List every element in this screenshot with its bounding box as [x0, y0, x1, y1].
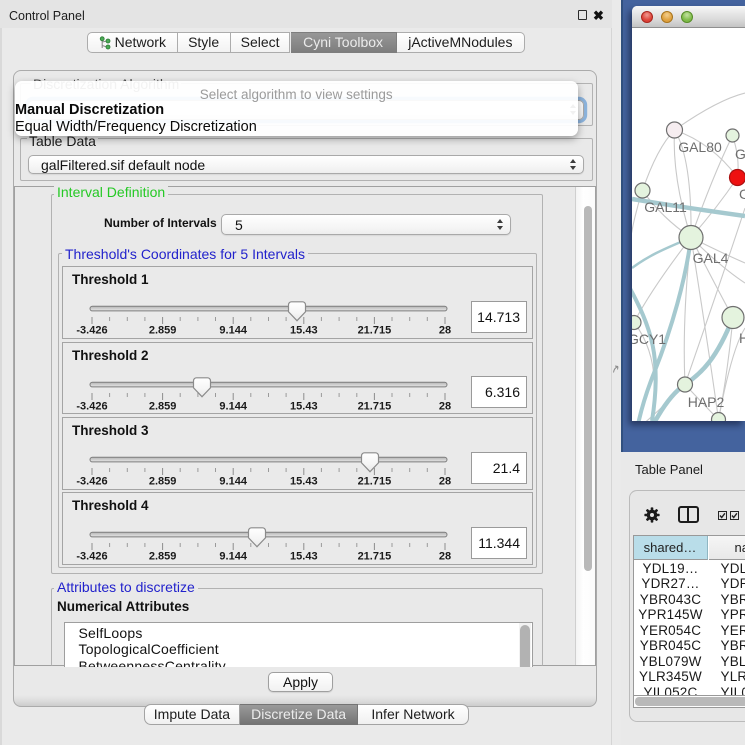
svg-text:9.144: 9.144	[219, 551, 247, 563]
svg-text:9.144: 9.144	[219, 400, 247, 412]
svg-text:HIS: HIS	[739, 330, 745, 346]
svg-text:28: 28	[439, 400, 451, 412]
svg-text:2.859: 2.859	[149, 551, 177, 563]
svg-text:2.859: 2.859	[149, 325, 177, 337]
svg-text:GAL4: GAL4	[693, 250, 729, 266]
svg-text:28: 28	[439, 551, 451, 563]
svg-text:15.43: 15.43	[290, 551, 318, 563]
svg-text:28: 28	[439, 325, 451, 337]
svg-text:21.715: 21.715	[358, 325, 392, 337]
svg-text:15.43: 15.43	[290, 400, 318, 412]
svg-text:GAL80: GAL80	[678, 139, 722, 155]
svg-text:-3.426: -3.426	[76, 551, 107, 563]
svg-text:2.859: 2.859	[149, 476, 177, 488]
svg-text:15.43: 15.43	[290, 476, 318, 488]
svg-text:GAL11: GAL11	[644, 199, 687, 215]
svg-text:GAL1: GAL1	[735, 146, 745, 162]
svg-text:9.144: 9.144	[219, 325, 247, 337]
svg-text:GCY1: GCY1	[632, 331, 666, 347]
svg-text:15.43: 15.43	[290, 325, 318, 337]
svg-text:-3.426: -3.426	[76, 325, 107, 337]
svg-text:21.715: 21.715	[358, 551, 392, 563]
svg-text:CYB: CYB	[739, 186, 745, 202]
svg-text:2.859: 2.859	[149, 400, 177, 412]
svg-text:21.715: 21.715	[358, 476, 392, 488]
svg-text:9.144: 9.144	[219, 476, 247, 488]
svg-text:-3.426: -3.426	[76, 400, 107, 412]
svg-text:21.715: 21.715	[358, 400, 392, 412]
svg-text:HAP2: HAP2	[688, 394, 725, 410]
svg-text:28: 28	[439, 476, 451, 488]
svg-text:-3.426: -3.426	[76, 476, 107, 488]
